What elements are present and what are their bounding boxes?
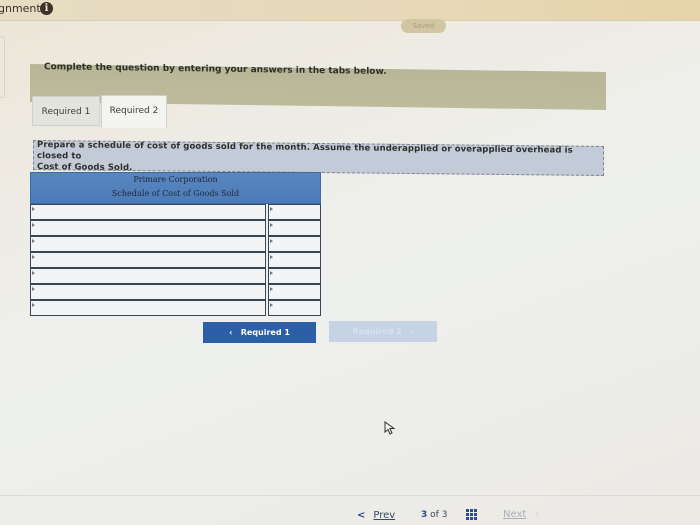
row-label-dropdown[interactable] (30, 236, 266, 252)
footer-divider (0, 495, 700, 496)
top-bar: gnment i (0, 0, 700, 21)
table-row (30, 236, 321, 252)
prev-required-label: Required 1 (240, 328, 290, 337)
row-amount-input[interactable] (268, 204, 321, 220)
prev-page-link[interactable]: < Prev (357, 510, 395, 521)
chevron-right-icon: › (535, 509, 539, 520)
tab-required-2[interactable]: Required 2 (101, 95, 167, 128)
side-panel-edge (0, 36, 5, 98)
company-name: Primare Corporation (133, 175, 218, 184)
row-amount-input[interactable] (268, 284, 321, 300)
row-amount-input[interactable] (268, 220, 321, 236)
table-row (30, 220, 321, 236)
info-icon[interactable]: i (40, 2, 53, 15)
prev-required-button[interactable]: ‹ Required 1 (203, 322, 316, 343)
next-required-label: Required 2 (352, 327, 402, 336)
of-label: of (430, 510, 439, 520)
page-indicator: 3 of 3 (421, 510, 447, 520)
table-row (30, 300, 321, 316)
schedule-title: Schedule of Cost of Goods Sold (111, 189, 240, 198)
grid-view-icon[interactable] (466, 509, 478, 520)
row-label-dropdown[interactable] (30, 300, 266, 316)
chevron-left-icon: < (357, 510, 366, 521)
table-row (30, 252, 321, 268)
row-label-dropdown[interactable] (30, 220, 266, 236)
instruction-text: Complete the question by entering your a… (44, 62, 387, 77)
schedule-table: Primare Corporation Schedule of Cost of … (30, 172, 321, 316)
total-pages: 3 (441, 510, 448, 520)
row-label-dropdown[interactable] (30, 268, 266, 284)
chevron-right-icon: › (410, 327, 414, 336)
row-amount-input[interactable] (268, 268, 321, 284)
row-label-dropdown[interactable] (30, 252, 266, 268)
table-row (30, 284, 321, 300)
row-amount-input[interactable] (268, 236, 321, 252)
row-label-dropdown[interactable] (30, 204, 266, 220)
next-required-button[interactable]: Required 2 › (329, 321, 437, 342)
current-page: 3 (421, 510, 428, 520)
table-row (30, 268, 321, 284)
table-row (30, 204, 321, 220)
assignment-title: gnment (0, 2, 41, 15)
row-amount-input[interactable] (268, 252, 321, 268)
tab-required-1[interactable]: Required 1 (32, 96, 100, 126)
row-label-dropdown[interactable] (30, 284, 266, 300)
mouse-cursor-icon (384, 421, 396, 435)
prev-label: Prev (373, 510, 396, 521)
next-page-link[interactable]: Next (503, 509, 526, 520)
saved-status-badge: Saved (401, 19, 446, 33)
row-amount-input[interactable] (268, 300, 321, 316)
chevron-left-icon: ‹ (229, 328, 233, 337)
question-prompt: Prepare a schedule of cost of goods sold… (33, 140, 604, 176)
schedule-header: Primare Corporation Schedule of Cost of … (30, 172, 321, 204)
prompt-line-1: Prepare a schedule of cost of goods sold… (37, 140, 573, 162)
